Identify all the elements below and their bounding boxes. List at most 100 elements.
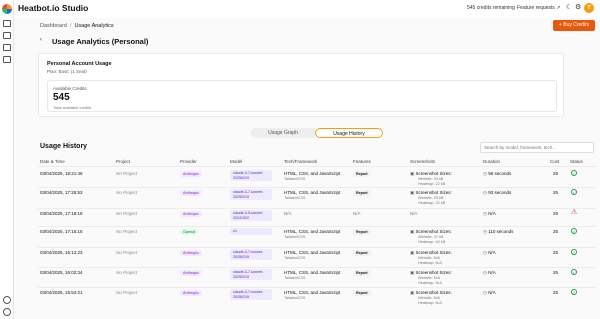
row-divider [38,247,596,248]
model-badge: claude-3-5-sonnet-20241022 [230,210,272,221]
col-project[interactable]: Project [116,159,130,164]
breadcrumb: Dashboard / Usage Analytics [40,23,114,29]
row-screenshots: N/A [410,211,418,216]
breadcrumb-current: Usage Analytics [74,23,114,29]
screenshot-website: Website: N/A [418,276,441,280]
report-badge[interactable]: Report [353,250,371,256]
screenshot-heatmap: Heatmap: 40 kB [418,240,446,244]
row-framework: HTML, CSS, and JavaScript [284,171,341,176]
screenshot-label: Screenshot Sizes: [415,290,452,295]
col-date[interactable]: Date & Time [40,159,65,164]
feature-requests-link[interactable]: Feature requests ↗ [517,5,560,11]
breadcrumb-dashboard[interactable]: Dashboard [40,23,67,29]
row-duration: ◷ N/A [483,211,496,217]
available-credits-value: 545 [53,92,70,103]
col-screenshots[interactable]: Screenshots [410,159,435,164]
available-credits-card: Available Credits 545 Total available cr… [47,80,557,112]
row-framework-sub: TailwindCSS [284,256,306,260]
provider-badge: Anthropic [180,171,203,177]
buy-credits-button[interactable]: + Buy Credits [553,20,595,31]
provider-badge: Openai [180,229,199,235]
row-duration: ◷ N/A [483,270,496,276]
external-link-icon: ↗ [556,5,561,11]
available-credits-sub: Total available credits [53,105,92,110]
screenshot-label: Screenshot Sizes: [415,171,452,176]
docs-icon[interactable] [3,44,11,51]
back-icon[interactable]: ‹ [40,37,42,43]
provider-badge: Anthropic [180,190,203,196]
search-input[interactable] [480,142,594,153]
card-title: Personal Account Usage [47,61,112,67]
app-title: Heatbot.io Studio [18,3,89,13]
row-project: No Project [116,250,138,255]
col-status[interactable]: Status [570,159,583,164]
screenshot-heatmap: Heatmap: N/A [418,261,442,265]
screenshot-heatmap: Heatmap: N/A [418,301,442,305]
row-date: 03/04/2025, 16:02:34 [40,270,83,275]
sidebar [0,0,14,319]
duration-value: N/A [488,290,496,295]
report-badge[interactable]: Report [353,190,371,196]
theme-toggle-icon[interactable]: ☾ [566,4,572,12]
analytics-icon[interactable] [3,56,11,63]
row-project: No Project [116,270,138,275]
tab-usage-graph[interactable]: Usage Graph [251,128,315,138]
avatar[interactable]: T [584,3,594,13]
account-usage-card: Personal Account Usage Plan: Basic (1 Se… [38,53,564,117]
row-divider [38,287,596,288]
dashboard-icon[interactable] [3,20,11,27]
screenshot-heatmap: Heatmap: N/A [418,281,442,285]
success-check-icon: ✓ [571,228,577,234]
model-badge: claude-3-7-sonnet-20250219 [230,269,272,280]
screenshot-heatmap: Heatmap: 22 kB [418,182,446,186]
col-model[interactable]: Model [230,159,242,164]
report-badge[interactable]: Report [353,229,371,235]
logout-icon[interactable] [3,308,11,316]
row-feature: N/A [353,211,361,216]
report-badge[interactable]: Report [353,290,371,296]
row-cost: 25 [553,171,559,176]
row-duration: ◷ N/A [483,250,496,256]
duration-value: N/A [488,211,496,216]
screenshot-website: Website: 20 kB [418,196,444,200]
model-badge: claude-3-7-sonnet-20250219 [230,189,272,200]
col-duration[interactable]: Duration [483,159,500,164]
row-framework-sub: TailwindCSS [284,235,306,239]
provider-badge: Anthropic [180,250,203,256]
tab-usage-history[interactable]: Usage History [315,128,383,138]
screenshot-label: Screenshot Sizes: [415,229,452,234]
col-cost[interactable]: Cost [550,159,559,164]
settings-icon[interactable] [3,296,11,304]
report-badge[interactable]: Report [353,171,371,177]
col-features[interactable]: Features [353,159,371,164]
row-divider [38,208,596,209]
row-date: 03/04/2025, 18:21:46 [40,171,83,176]
projects-icon[interactable] [3,32,11,39]
row-cost: 25 [553,270,559,275]
model-badge: claude-3-7-sonnet-20250219 [230,289,272,300]
model-badge: claude-3-7-sonnet-20250219 [230,170,272,181]
breadcrumb-separator: / [69,23,72,29]
duration-value: 96 seconds [488,171,512,176]
screenshot-website: Website: N/A [418,256,441,260]
row-date: 03/04/2025, 15:54:21 [40,290,83,295]
success-check-icon: ✓ [571,269,577,275]
row-project: No Project [116,229,138,234]
feature-requests-label: Feature requests [517,5,555,11]
row-project: No Project [116,211,138,216]
row-framework: HTML, CSS, and JavaScript [284,229,341,234]
duration-value: N/A [488,270,496,275]
warning-icon: ⚠ [571,209,578,216]
row-framework-sub: TailwindCSS [284,276,306,280]
top-settings-icon[interactable]: ⚙ [575,4,581,12]
logo-icon[interactable] [2,4,12,14]
col-provider[interactable]: Provider [180,159,197,164]
duration-value: 93 seconds [488,190,512,195]
col-framework[interactable]: Tech/Framework [284,159,317,164]
row-date: 03/04/2025, 17:15:15 [40,229,83,234]
report-badge[interactable]: Report [353,270,371,276]
row-divider [38,267,596,268]
model-badge: o1 [230,228,272,235]
screenshot-label: Screenshot Sizes: [415,190,452,195]
success-check-icon: ✓ [571,189,577,195]
